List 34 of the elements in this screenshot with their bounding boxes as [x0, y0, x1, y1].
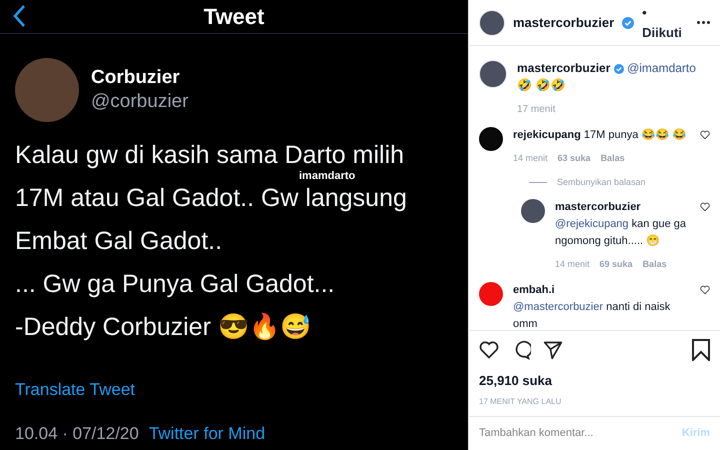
like-heart-icon[interactable]: [479, 340, 499, 360]
post-age: 17 MENIT YANG LALU: [479, 396, 562, 408]
username[interactable]: mastercorbuzier: [513, 12, 614, 32]
avatar-photo-placeholder[interactable]: [479, 10, 505, 36]
avatar-photo-placeholder[interactable]: [479, 60, 507, 88]
more-options-icon[interactable]: [697, 21, 710, 24]
like-heart-icon[interactable]: [700, 284, 710, 294]
tweet-source-link[interactable]: Twitter for Mind: [148, 420, 266, 446]
tweet-text-line: Embat Gal Gadot..: [15, 226, 222, 256]
tweet-author-name: Corbuzier: [91, 66, 181, 90]
send-paper-plane-icon[interactable]: [543, 340, 563, 360]
tweet-text-line: ... Gw ga Punya Gal Gadot...: [15, 269, 335, 299]
comment-input[interactable]: Tambahkan komentar...: [479, 425, 682, 442]
photo-tag[interactable]: imamdarto: [299, 170, 356, 183]
like-heart-icon[interactable]: [700, 202, 710, 212]
comment-text: embah.i @mastercorbuzier nanti di naisk omm: [513, 282, 672, 330]
translate-link[interactable]: Translate Tweet: [15, 377, 468, 402]
like-count[interactable]: 25,910 suka: [479, 370, 710, 390]
tweet-text-line: Kalau gw di kasih sama Darto milih: [15, 140, 404, 170]
tweet-timestamp: 10.04 · 07/12/20: [15, 422, 139, 444]
bookmark-icon[interactable]: [692, 338, 710, 360]
comment-text: mastercorbuzier @rejekicupang kan gue ga ngomong gituh..... 😁: [555, 200, 688, 249]
comment-time: 14 menit: [555, 258, 590, 271]
comment-time: 17 menit: [517, 103, 556, 117]
follow-status[interactable]: • Diikuti: [642, 3, 689, 42]
back-icon[interactable]: [12, 4, 26, 28]
header-title: Tweet: [204, 3, 264, 31]
comment-time: 14 menit: [513, 152, 548, 165]
tweet-text-line: -Deddy Corbuzier 😎🔥😅: [15, 312, 311, 342]
caption-text: mastercorbuzier @imamdarto 🤣 🤣🤣: [517, 60, 697, 94]
like-heart-icon[interactable]: [700, 130, 710, 140]
tweet-author-handle: @corbuzier: [91, 90, 188, 114]
tweet-text-line: 17M atau Gal Gadot.. Gw langsung: [15, 183, 407, 213]
comment-text: rejekicupang 17M punya 😂😂 😂: [513, 128, 688, 143]
